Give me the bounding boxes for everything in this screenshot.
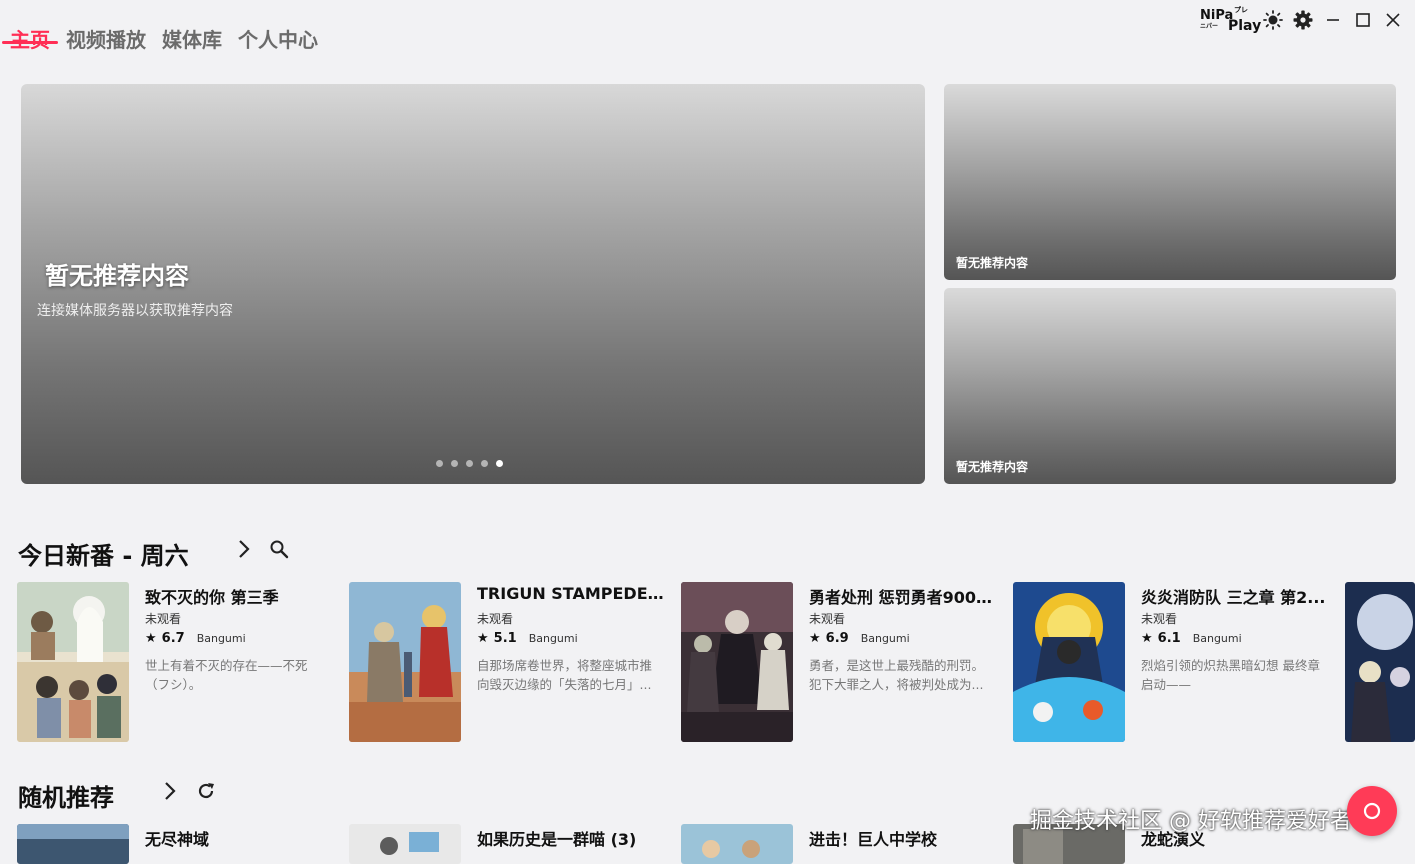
carousel-dot[interactable] <box>481 460 488 467</box>
carousel-dot[interactable] <box>436 460 443 467</box>
hero-side-card[interactable]: 暂无推荐内容 <box>944 84 1396 280</box>
section-title-random: 随机推荐 <box>18 784 114 812</box>
maximize-icon[interactable] <box>1351 8 1375 32</box>
anime-poster[interactable] <box>1013 582 1125 742</box>
watch-status: 未观看 <box>1141 612 1178 626</box>
hero-banner[interactable]: 暂无推荐内容 连接媒体服务器以获取推荐内容 <box>21 84 925 484</box>
rating-source: Bangumi <box>196 632 246 645</box>
hero-side-caption: 暂无推荐内容 <box>956 256 1029 270</box>
anime-card[interactable]: 炎炎消防队 三之章 第2... 未观看 ★ 6.1 Bangumi 烈焰引领的炽… <box>1013 582 1333 742</box>
anime-title[interactable]: TRIGUN STAMPEDE (... <box>477 584 667 603</box>
chevron-right-icon[interactable] <box>233 538 255 560</box>
rating: ★ 6.9 Bangumi <box>809 631 910 646</box>
watermark: 掘金技术社区 @ 好软推荐爱好者 <box>1030 809 1352 834</box>
anime-poster[interactable] <box>17 582 129 742</box>
fab-icon <box>1363 802 1381 820</box>
anime-description: 烈焰引领的炽热黑暗幻想 最终章启动—— <box>1141 658 1320 692</box>
watch-status: 未观看 <box>809 612 846 626</box>
anime-title[interactable]: 勇者处刑 惩罚勇者9004... <box>809 584 999 608</box>
carousel-dot[interactable] <box>466 460 473 467</box>
anime-title[interactable]: 如果历史是一群喵 (3) <box>477 826 636 850</box>
tab-home[interactable]: 主页 <box>2 0 58 52</box>
floating-action-button[interactable] <box>1347 786 1397 836</box>
rating: ★ 5.1 Bangumi <box>477 631 578 646</box>
search-icon[interactable] <box>268 538 290 560</box>
close-icon[interactable] <box>1381 8 1405 32</box>
random-card[interactable]: 进击！巨人中学校 <box>681 824 1001 864</box>
rating: ★ 6.7 Bangumi <box>145 631 246 646</box>
watch-status: 未观看 <box>477 612 514 626</box>
anime-title[interactable]: 进击！巨人中学校 <box>809 826 937 850</box>
anime-description: 自那场席卷世界，将整座城市推向毁灭边缘的「失落的七月」... <box>477 658 653 692</box>
rating-value: 6.1 <box>1157 631 1181 646</box>
star-icon: ★ <box>1141 631 1153 646</box>
anime-description: 勇者，是这世上最残酷的刑罚。犯下大罪之人，将被判处成为... <box>809 658 985 692</box>
watch-status: 未观看 <box>145 612 182 626</box>
hero-title: 暂无推荐内容 <box>45 262 189 290</box>
anime-card[interactable]: 勇者处刑 惩罚勇者9004... 未观看 ★ 6.9 Bangumi 勇者，是这… <box>681 582 1001 742</box>
anime-title[interactable]: 致不灭的你 第三季 <box>145 584 335 608</box>
gear-icon[interactable] <box>1291 8 1315 32</box>
random-card[interactable]: 无尽神域 <box>17 824 337 864</box>
star-icon: ★ <box>145 631 157 646</box>
anime-poster[interactable] <box>1345 582 1415 742</box>
anime-poster[interactable] <box>17 824 129 864</box>
carousel-dot-active[interactable] <box>496 460 503 467</box>
section-title-today: 今日新番 - 周六 <box>18 542 189 570</box>
anime-card[interactable]: 致不灭的你 第三季 未观看 ★ 6.7 Bangumi 世上有着不灭的存在——不… <box>17 582 337 742</box>
anime-poster[interactable] <box>349 824 461 864</box>
anime-title[interactable]: 炎炎消防队 三之章 第2... <box>1141 584 1331 608</box>
anime-poster[interactable] <box>349 582 461 742</box>
star-icon: ★ <box>809 631 821 646</box>
hero-side-caption: 暂无推荐内容 <box>956 460 1029 474</box>
star-icon: ★ <box>477 631 489 646</box>
refresh-icon[interactable] <box>195 780 217 802</box>
random-card[interactable]: 如果历史是一群喵 (3) <box>349 824 669 864</box>
rating-source: Bangumi <box>860 632 910 645</box>
anime-card[interactable]: TRIGUN STAMPEDE (... 未观看 ★ 5.1 Bangumi 自… <box>349 582 669 742</box>
carousel-dot[interactable] <box>451 460 458 467</box>
theme-icon[interactable] <box>1261 8 1285 32</box>
rating-value: 6.7 <box>161 631 185 646</box>
anime-poster[interactable] <box>681 824 793 864</box>
app-logo: NiPa プレ Play ニパー <box>1200 6 1262 34</box>
rating-source: Bangumi <box>528 632 578 645</box>
tab-media-library[interactable]: 媒体库 <box>154 0 230 52</box>
hero-side-card[interactable]: 暂无推荐内容 <box>944 288 1396 484</box>
tab-profile[interactable]: 个人中心 <box>230 0 326 52</box>
tab-video-player[interactable]: 视频播放 <box>58 0 154 52</box>
carousel-indicator <box>436 460 503 467</box>
anime-title[interactable]: 无尽神域 <box>145 826 209 850</box>
rating: ★ 6.1 Bangumi <box>1141 631 1242 646</box>
minimize-icon[interactable] <box>1321 8 1345 32</box>
rating-source: Bangumi <box>1192 632 1242 645</box>
chevron-right-icon[interactable] <box>159 780 181 802</box>
top-nav: 主页 视频播放 媒体库 个人中心 <box>0 0 326 68</box>
rating-value: 5.1 <box>493 631 517 646</box>
hero-subtitle: 连接媒体服务器以获取推荐内容 <box>37 303 233 319</box>
rating-value: 6.9 <box>825 631 849 646</box>
anime-description: 世上有着不灭的存在——不死（フシ）。 <box>145 658 308 692</box>
anime-poster[interactable] <box>681 582 793 742</box>
